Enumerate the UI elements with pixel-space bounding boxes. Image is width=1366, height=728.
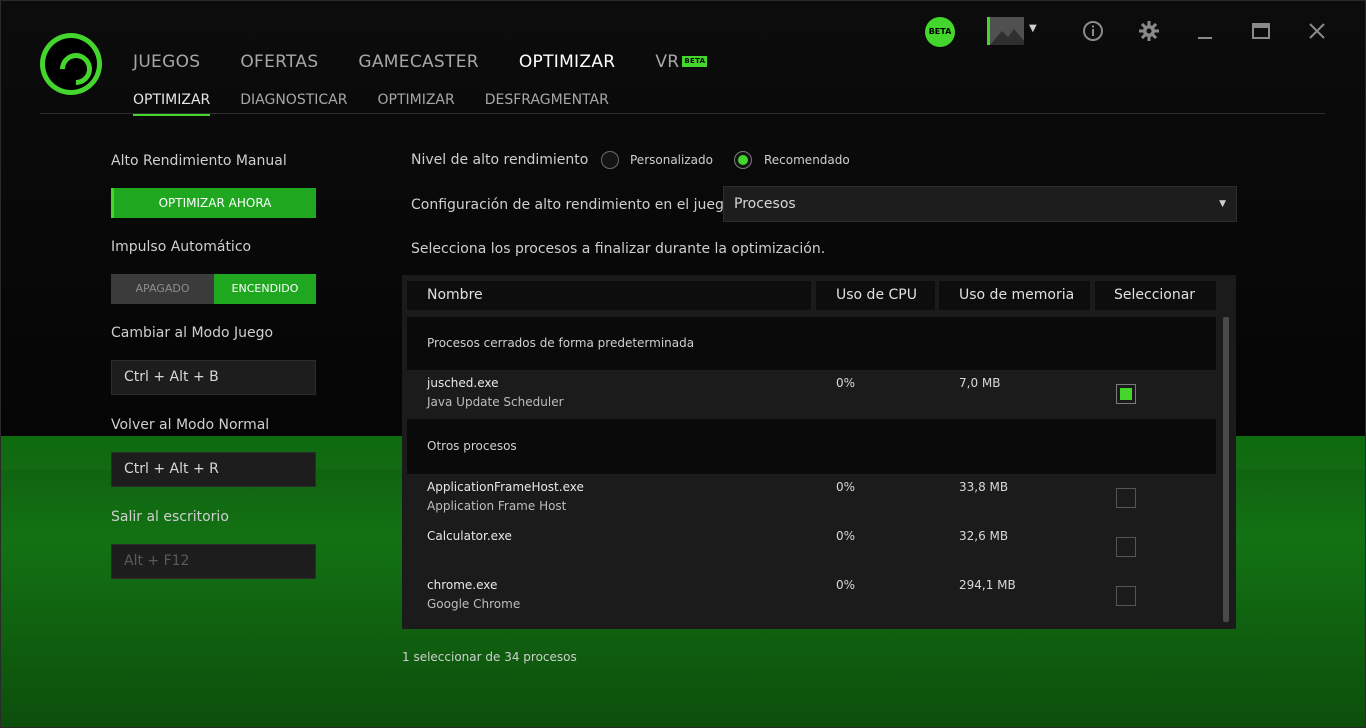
- ingame-boost-select-value: Procesos: [734, 196, 796, 212]
- column-header-name[interactable]: Nombre: [407, 281, 811, 310]
- process-select-checkbox[interactable]: [1116, 586, 1136, 606]
- process-cpu: 0%: [836, 480, 856, 494]
- nav-tab-juegos[interactable]: JUEGOS: [133, 50, 200, 74]
- process-select-checkbox[interactable]: [1116, 384, 1136, 404]
- radio-recommended[interactable]: [734, 151, 752, 169]
- process-cpu: 0%: [836, 376, 856, 390]
- razer-cortex-logo-icon[interactable]: [40, 33, 102, 95]
- radio-recommended-label: Recomendado: [764, 153, 850, 167]
- ingame-boost-label: Configuración de alto rendimiento en el …: [411, 197, 733, 213]
- manual-boost-title: Alto Rendimiento Manual: [111, 153, 287, 169]
- toggle-on-option[interactable]: ENCENDIDO: [214, 274, 316, 304]
- process-name: Calculator.exe: [427, 529, 512, 543]
- normal-mode-hotkey-field[interactable]: Ctrl + Alt + R: [111, 452, 316, 487]
- exit-desktop-hotkey-field[interactable]: Alt + F12: [111, 544, 316, 579]
- radio-custom-label: Personalizado: [630, 153, 713, 167]
- nav-tab-ofertas[interactable]: OFERTAS: [240, 50, 318, 74]
- process-table: Nombre Uso de CPU Uso de memoria Selecci…: [402, 275, 1236, 629]
- selection-count: 1 seleccionar de 34 procesos: [402, 650, 577, 664]
- process-description: Java Update Scheduler: [427, 395, 564, 409]
- game-mode-hotkey-field[interactable]: Ctrl + Alt + B: [111, 360, 316, 395]
- radio-custom[interactable]: [601, 151, 619, 169]
- beta-button[interactable]: BETA: [925, 17, 955, 47]
- process-cpu: 0%: [836, 529, 856, 543]
- process-name: chrome.exe: [427, 578, 498, 592]
- gear-icon[interactable]: [1138, 20, 1160, 42]
- process-description: Application Frame Host: [427, 499, 567, 513]
- auto-boost-toggle: APAGADO ENCENDIDO: [111, 274, 316, 304]
- column-header-select[interactable]: Seleccionar: [1095, 281, 1216, 310]
- main-nav: JUEGOS OFERTAS GAMECASTER OPTIMIZAR VR BE…: [133, 50, 747, 74]
- game-mode-title: Cambiar al Modo Juego: [111, 325, 274, 341]
- nav-tab-vr[interactable]: VR BETA: [655, 50, 708, 74]
- group-header-other: Otros procesos: [407, 419, 1216, 474]
- column-header-cpu[interactable]: Uso de CPU: [816, 281, 935, 310]
- table-row[interactable]: ApplicationFrameHost.exe Application Fra…: [407, 474, 1216, 523]
- group-header-default: Procesos cerrados de forma predeterminad…: [407, 317, 1216, 370]
- optimize-now-button[interactable]: OPTIMIZAR AHORA: [111, 188, 316, 218]
- boost-level-label: Nivel de alto rendimiento: [411, 152, 589, 168]
- process-instruction: Selecciona los procesos a finalizar dura…: [411, 241, 826, 257]
- process-select-checkbox[interactable]: [1116, 537, 1136, 557]
- process-name: ApplicationFrameHost.exe: [427, 480, 584, 494]
- exit-desktop-title: Salir al escritorio: [111, 509, 229, 525]
- minimize-icon[interactable]: [1194, 20, 1216, 42]
- process-description: Google Chrome: [427, 597, 521, 611]
- nav-tab-optimizar[interactable]: OPTIMIZAR: [519, 50, 616, 74]
- vr-beta-badge: BETA: [682, 56, 708, 67]
- scrollbar-thumb[interactable]: [1223, 317, 1229, 622]
- ingame-boost-select[interactable]: Procesos ▼: [723, 186, 1237, 222]
- process-memory: 32,6 MB: [959, 529, 1009, 543]
- toggle-off-option[interactable]: APAGADO: [111, 274, 214, 304]
- normal-mode-title: Volver al Modo Normal: [111, 417, 270, 433]
- process-memory: 294,1 MB: [959, 578, 1016, 592]
- process-memory: 33,8 MB: [959, 480, 1009, 494]
- process-select-checkbox[interactable]: [1116, 488, 1136, 508]
- nav-tab-gamecaster[interactable]: GAMECASTER: [358, 50, 478, 74]
- table-scrollbar[interactable]: [1222, 315, 1231, 624]
- header-divider: [40, 113, 1325, 114]
- close-icon[interactable]: [1306, 20, 1328, 42]
- table-row[interactable]: chrome.exe Google Chrome 0% 294,1 MB: [407, 572, 1216, 621]
- process-memory: 7,0 MB: [959, 376, 1001, 390]
- auto-boost-title: Impulso Automático: [111, 239, 252, 255]
- info-icon[interactable]: [1082, 20, 1104, 42]
- column-header-memory[interactable]: Uso de memoria: [939, 281, 1090, 310]
- maximize-icon[interactable]: [1250, 20, 1272, 42]
- chevron-down-icon: ▼: [1219, 199, 1226, 209]
- table-row[interactable]: jusched.exe Java Update Scheduler 0% 7,0…: [407, 370, 1216, 419]
- table-row[interactable]: Calculator.exe 0% 32,6 MB: [407, 523, 1216, 572]
- user-avatar-icon[interactable]: [987, 17, 1024, 45]
- chevron-down-icon[interactable]: ▼: [1029, 23, 1037, 34]
- process-name: jusched.exe: [427, 376, 499, 390]
- process-cpu: 0%: [836, 578, 856, 592]
- nav-tab-vr-label: VR: [655, 52, 680, 72]
